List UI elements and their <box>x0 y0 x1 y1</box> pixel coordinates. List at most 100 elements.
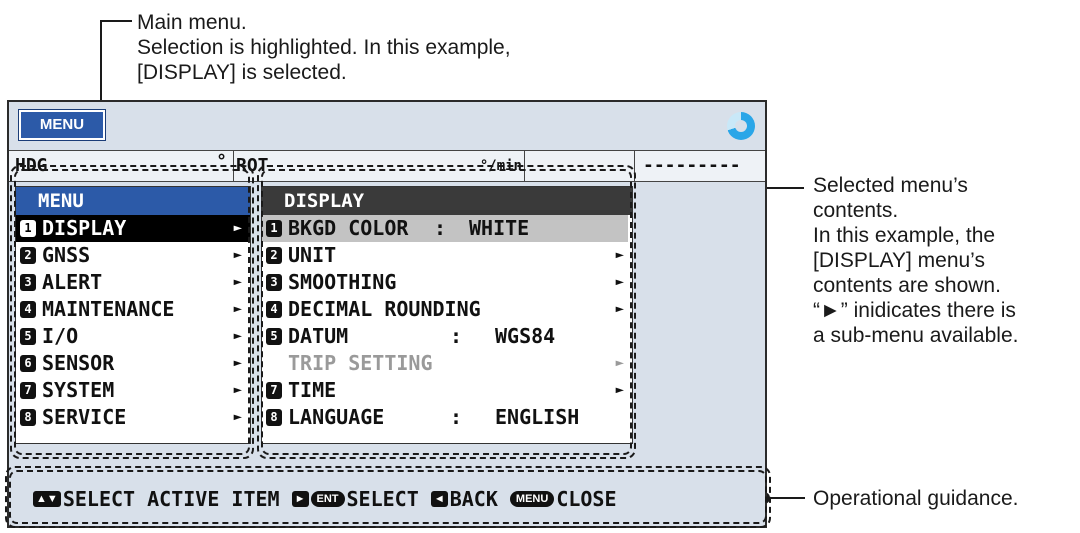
number-3-icon: 3 <box>266 274 282 291</box>
guidance-leader-line <box>765 497 805 499</box>
back-hint: BACK <box>449 487 498 511</box>
display-item-bkgd-color[interactable]: 1 BKGD COLOR : WHITE <box>262 215 628 242</box>
annotation-line: “►” inidicates there is <box>813 299 1016 322</box>
annotation-line: contents are shown. <box>813 274 1001 297</box>
menu-key-icon: MENU <box>509 490 555 507</box>
display-menu-title: DISPLAY <box>262 187 632 215</box>
left-key-icon: ◄ <box>430 490 448 507</box>
submenu-arrow-icon: ► <box>233 274 242 290</box>
menu-item-label: DATUM <box>288 324 349 348</box>
menu-item-label: MAINTENANCE <box>42 297 175 321</box>
language-value: ENGLISH <box>495 405 580 429</box>
menu-item-label: TIME <box>288 378 337 402</box>
menu-item-label: GNSS <box>42 243 91 267</box>
display-item-smoothing[interactable]: 3 SMOOTHING ► <box>262 269 632 296</box>
display-item-datum[interactable]: 5 DATUM : WGS84 <box>262 323 632 350</box>
display-item-unit[interactable]: 2 UNIT ► <box>262 242 632 269</box>
bkgd-color-value: WHITE <box>469 216 530 240</box>
hdg-label: HDG <box>15 155 48 176</box>
submenu-arrow-icon: ► <box>615 382 624 398</box>
close-hint: CLOSE <box>556 487 617 511</box>
submenu-arrow-icon: ► <box>615 355 624 371</box>
separator-colon: : <box>450 324 463 348</box>
annotation-line: a sub-menu available. <box>813 324 1019 347</box>
contents-annotation: Selected menu’s contents. In this exampl… <box>813 173 1018 348</box>
number-4-icon: 4 <box>266 301 282 318</box>
hdg-cell: HDG ° <box>9 151 234 181</box>
menu-item-system[interactable]: 7 SYSTEM ► <box>16 377 250 404</box>
rot-cell: ROT °/min <box>234 151 525 181</box>
menu-item-sensor[interactable]: 6 SENSOR ► <box>16 350 250 377</box>
dash-cell: --------- <box>635 151 765 181</box>
main-menu-panel: MENU 1 DISPLAY ► 2 GNSS ► 3 ALERT ► 4 MA… <box>15 186 251 444</box>
number-6-icon: 6 <box>20 355 36 372</box>
device-screen: MENU HDG ° ROT °/min --------- MENU 1 DI… <box>7 100 767 528</box>
main-menu-annotation: Main menu. Selection is highlighted. In … <box>137 10 511 85</box>
menu-item-label: SENSOR <box>42 351 115 375</box>
submenu-arrow-icon: ► <box>233 382 242 398</box>
menu-item-alert[interactable]: 3 ALERT ► <box>16 269 250 296</box>
number-5-icon: 5 <box>266 328 282 345</box>
annotation-line: Selection is highlighted. In this exampl… <box>137 36 511 59</box>
annotation-line: Main menu. <box>137 11 247 34</box>
datum-value: WGS84 <box>495 324 556 348</box>
menu-button[interactable]: MENU <box>19 110 105 140</box>
main-menu-leader-horizontal <box>100 20 132 22</box>
number-8-icon: 8 <box>266 409 282 426</box>
rot-unit: °/min <box>479 158 522 174</box>
menu-item-maintenance[interactable]: 4 MAINTENANCE ► <box>16 296 250 323</box>
menu-item-label: SYSTEM <box>42 378 115 402</box>
guidance-bar: ▲▼ SELECT ACTIVE ITEM ► ENT SELECT ◄ BACK ME… <box>9 472 765 526</box>
up-down-key-icon: ▲▼ <box>33 490 61 507</box>
rot-label: ROT <box>236 155 269 176</box>
menu-item-io[interactable]: 5 I/O ► <box>16 323 250 350</box>
menu-item-label: TRIP SETTING <box>288 351 433 375</box>
hdg-unit: ° <box>216 151 227 172</box>
number-4-icon: 4 <box>20 301 36 318</box>
annotation-line: Selected menu’s <box>813 174 968 197</box>
number-1-icon: 1 <box>266 220 282 237</box>
menu-item-label: SERVICE <box>42 405 127 429</box>
number-8-icon: 8 <box>20 409 36 426</box>
submenu-arrow-icon: ► <box>615 247 624 263</box>
submenu-arrow-icon: ► <box>615 301 624 317</box>
menu-item-label: LANGUAGE <box>288 405 385 429</box>
dash-value: --------- <box>643 155 741 176</box>
display-item-decimal-rounding[interactable]: 4 DECIMAL ROUNDING ► <box>262 296 632 323</box>
display-item-language[interactable]: 8 LANGUAGE : ENGLISH <box>262 404 632 431</box>
display-item-time[interactable]: 7 TIME ► <box>262 377 632 404</box>
number-2-icon: 2 <box>266 247 282 264</box>
main-menu-title: MENU <box>16 187 250 215</box>
select-hint: SELECT <box>346 487 419 511</box>
menu-item-display[interactable]: 1 DISPLAY ► <box>16 215 250 242</box>
guidance-annotation: Operational guidance. <box>813 487 1019 510</box>
submenu-arrow-icon: ► <box>615 274 624 290</box>
menu-item-label: BKGD COLOR <box>288 216 409 240</box>
menu-item-label: I/O <box>42 324 79 348</box>
menu-item-gnss[interactable]: 2 GNSS ► <box>16 242 250 269</box>
menu-item-service[interactable]: 8 SERVICE ► <box>16 404 250 431</box>
annotation-line: In this example, the <box>813 224 996 247</box>
display-menu-panel: DISPLAY 1 BKGD COLOR : WHITE 2 UNIT ► 3 … <box>261 186 633 444</box>
menu-item-label: DECIMAL ROUNDING <box>288 297 481 321</box>
submenu-arrow-icon: ► <box>233 355 242 371</box>
number-7-icon: 7 <box>266 382 282 399</box>
separator-colon: : <box>434 216 447 240</box>
submenu-arrow-icon: ► <box>233 409 242 425</box>
data-strip: HDG ° ROT °/min --------- <box>9 150 765 182</box>
menu-item-label: SMOOTHING <box>288 270 397 294</box>
submenu-arrow-icon: ► <box>233 247 242 263</box>
guidance-text: ▲▼ SELECT ACTIVE ITEM ► ENT SELECT ◄ BACK ME… <box>9 472 765 526</box>
annotation-line: [DISPLAY] menu’s <box>813 249 985 272</box>
separator-colon: : <box>450 405 463 429</box>
ent-key-icon: ENT <box>310 490 345 507</box>
activity-ring-icon <box>727 112 755 140</box>
number-2-icon: 2 <box>20 247 36 264</box>
display-item-trip-setting: TRIP SETTING ► <box>262 350 632 377</box>
submenu-arrow-icon: ► <box>233 301 242 317</box>
number-3-icon: 3 <box>20 274 36 291</box>
menu-item-label: DISPLAY <box>42 216 127 240</box>
menu-item-label: ALERT <box>42 270 103 294</box>
submenu-arrow-icon: ► <box>233 328 242 344</box>
right-key-icon: ► <box>291 490 309 507</box>
